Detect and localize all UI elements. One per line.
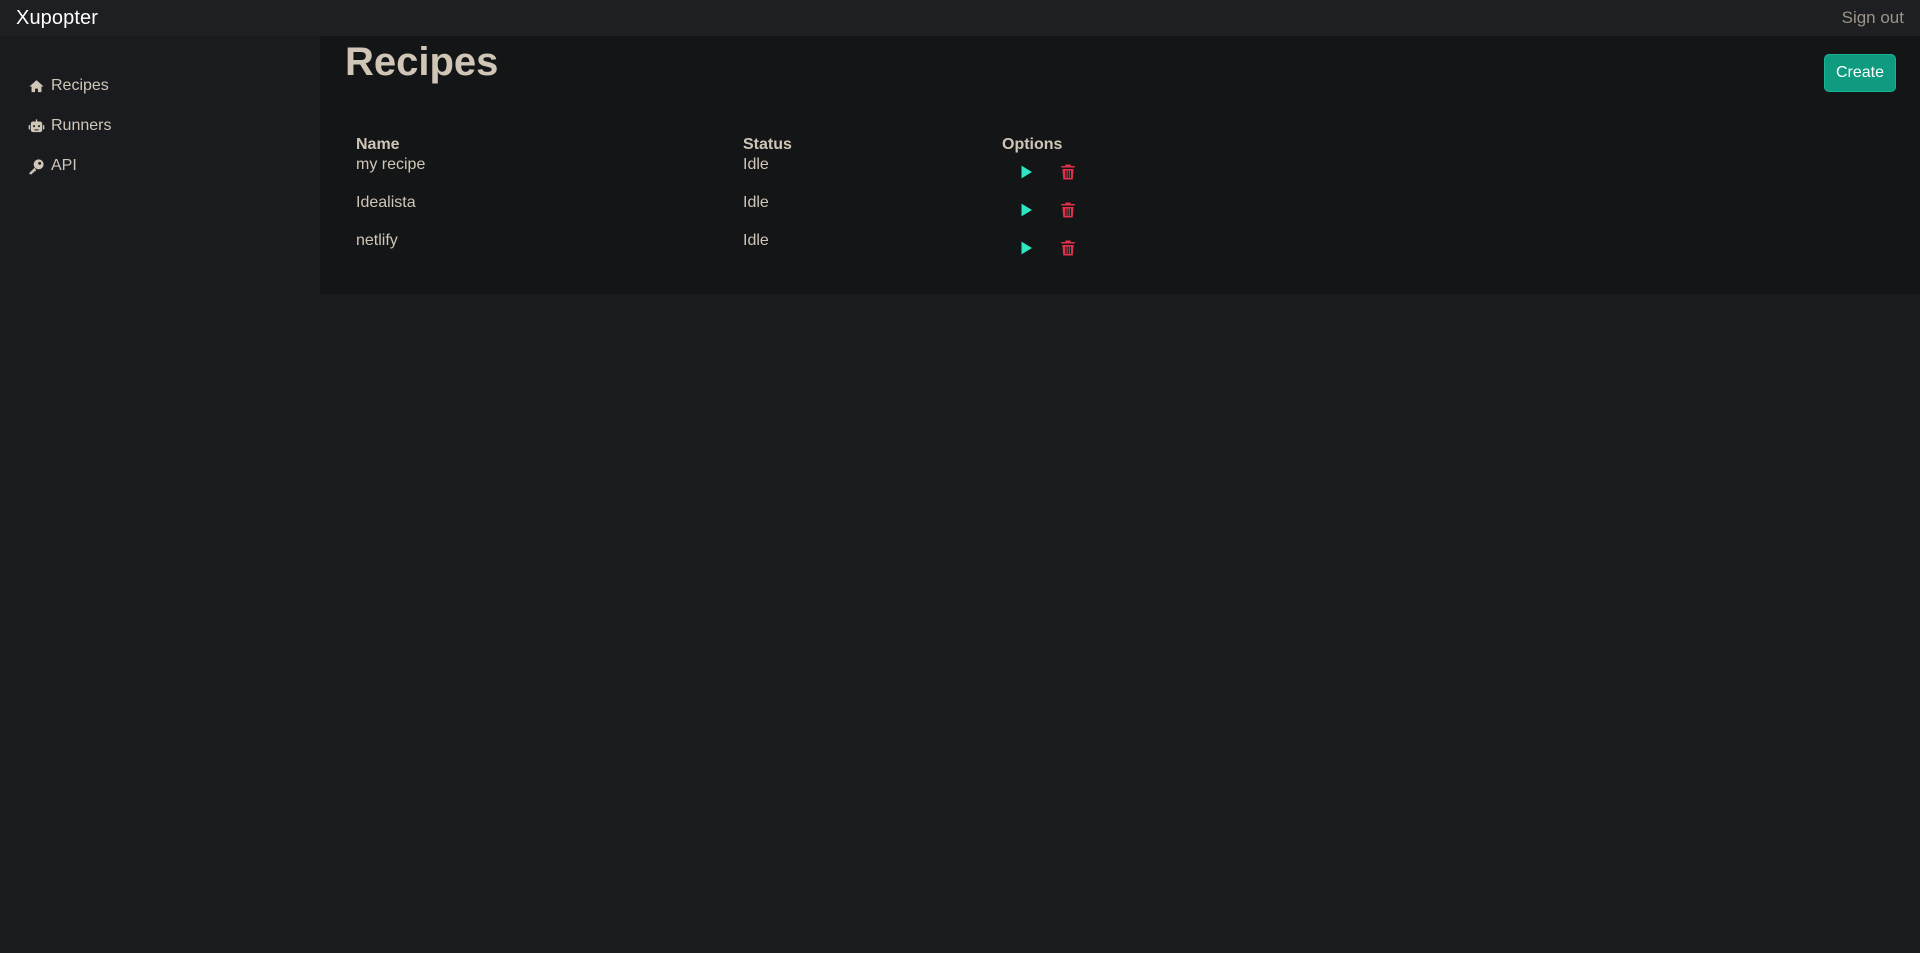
brand-logo-text[interactable]: Xupopter [16, 7, 98, 30]
trash-icon[interactable] [1058, 200, 1078, 220]
recipes-panel: Recipes Create Name Status Options my re… [320, 36, 1920, 294]
table-row: netlify Idle [356, 230, 1356, 268]
create-button[interactable]: Create [1824, 54, 1896, 92]
top-navbar: Xupopter Sign out [0, 0, 1920, 36]
column-header-name: Name [356, 136, 400, 153]
row-options [1002, 230, 1202, 268]
recipe-name: netlify [356, 232, 398, 249]
page-title: Recipes [345, 40, 499, 84]
sidebar-item-label: Runners [51, 117, 112, 134]
table-header: Name Status Options [356, 128, 1356, 154]
house-icon [27, 77, 45, 95]
sidebar: Recipes Runners API [0, 36, 320, 953]
sign-out-link[interactable]: Sign out [1842, 8, 1904, 28]
row-options [1002, 154, 1202, 192]
recipe-name: my recipe [356, 156, 426, 173]
key-icon [27, 157, 45, 175]
play-icon[interactable] [1016, 200, 1036, 220]
recipe-status: Idle [743, 156, 769, 173]
sidebar-item-recipes[interactable]: Recipes [0, 66, 320, 106]
recipe-status: Idle [743, 232, 769, 249]
sidebar-item-label: API [51, 157, 77, 174]
column-header-options: Options [1002, 136, 1063, 153]
sidebar-item-api[interactable]: API [0, 146, 320, 186]
play-icon[interactable] [1016, 162, 1036, 182]
trash-icon[interactable] [1058, 162, 1078, 182]
recipe-name: Idealista [356, 194, 416, 211]
table-row: Idealista Idle [356, 192, 1356, 230]
column-header-status: Status [743, 136, 792, 153]
table-row: my recipe Idle [356, 154, 1356, 192]
trash-icon[interactable] [1058, 238, 1078, 258]
play-icon[interactable] [1016, 238, 1036, 258]
row-options [1002, 192, 1202, 230]
recipes-table: Name Status Options my recipe Idle Ideal… [356, 128, 1356, 268]
sidebar-item-label: Recipes [51, 77, 109, 94]
sidebar-item-runners[interactable]: Runners [0, 106, 320, 146]
robot-icon [27, 117, 45, 135]
recipe-status: Idle [743, 194, 769, 211]
